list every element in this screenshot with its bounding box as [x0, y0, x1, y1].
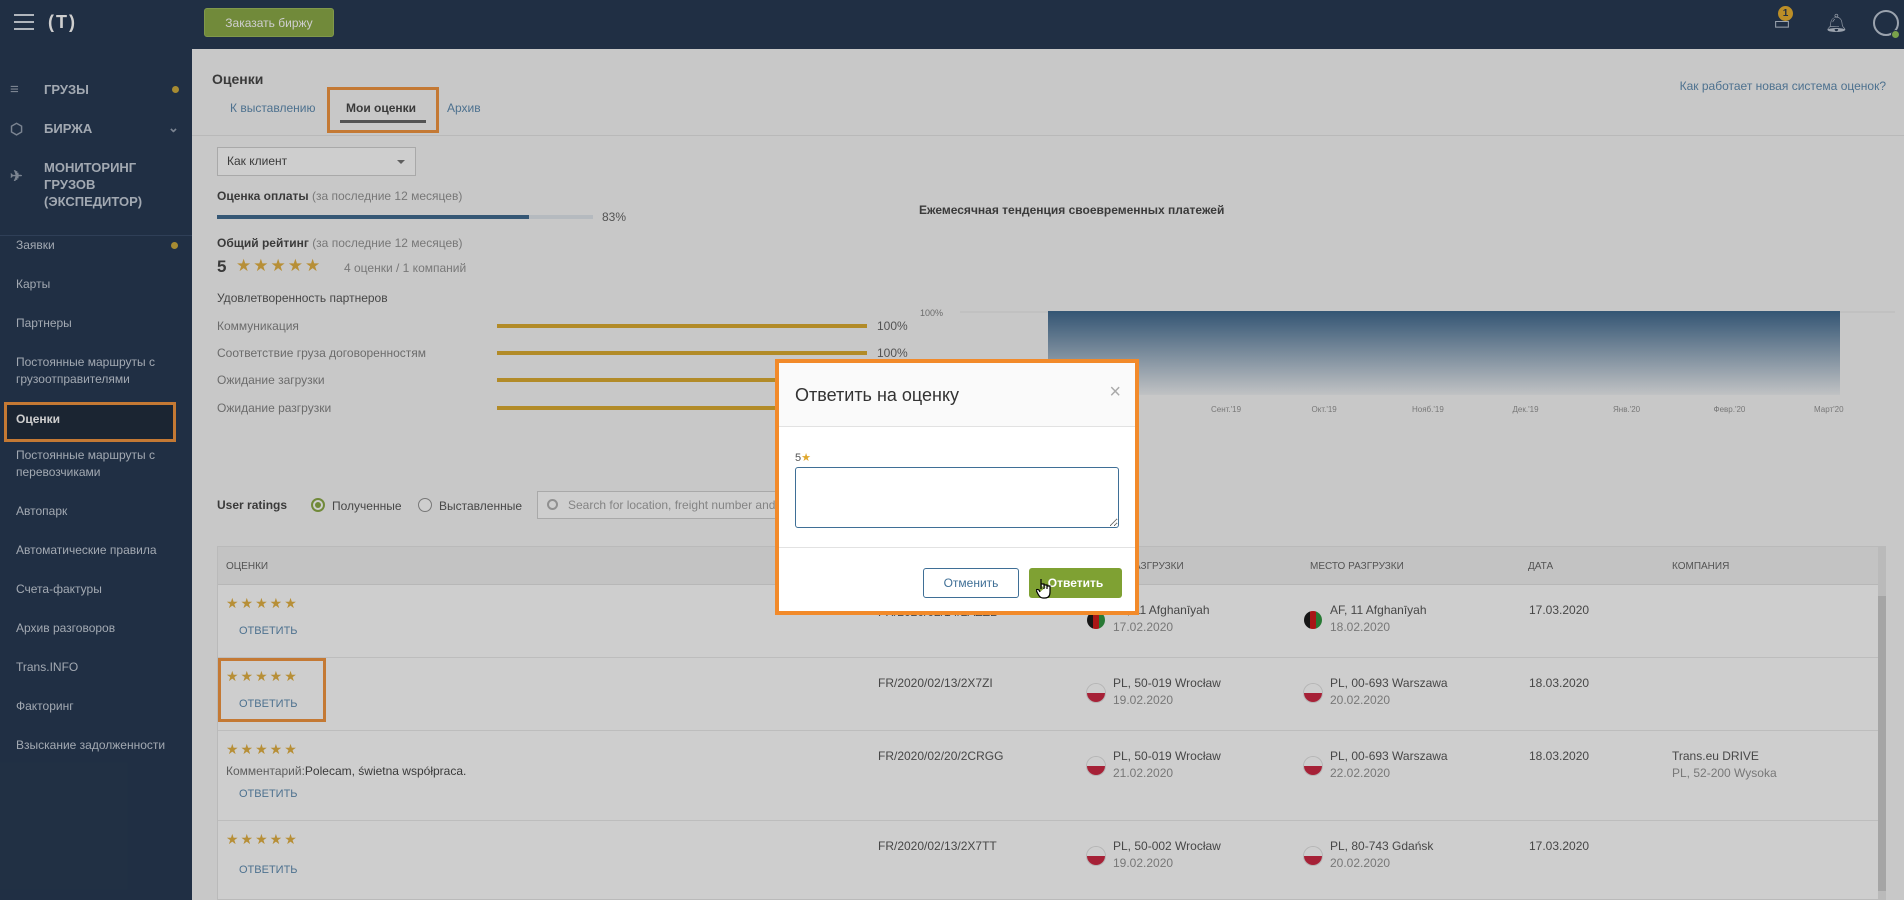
- reply-modal: Ответить на оценку × 5★ Отменить Ответит…: [775, 359, 1139, 615]
- modal-footer-divider: [779, 547, 1135, 548]
- cancel-button[interactable]: Отменить: [923, 568, 1019, 598]
- modal-title: Ответить на оценку: [795, 385, 960, 405]
- close-icon[interactable]: ×: [1109, 381, 1121, 404]
- star-icon: ★: [801, 452, 811, 464]
- modal-rating-label: 5★: [795, 451, 811, 464]
- hand-cursor-icon: [1036, 579, 1051, 599]
- reply-textarea[interactable]: [795, 467, 1119, 528]
- modal-header: Ответить на оценку ×: [779, 363, 1135, 427]
